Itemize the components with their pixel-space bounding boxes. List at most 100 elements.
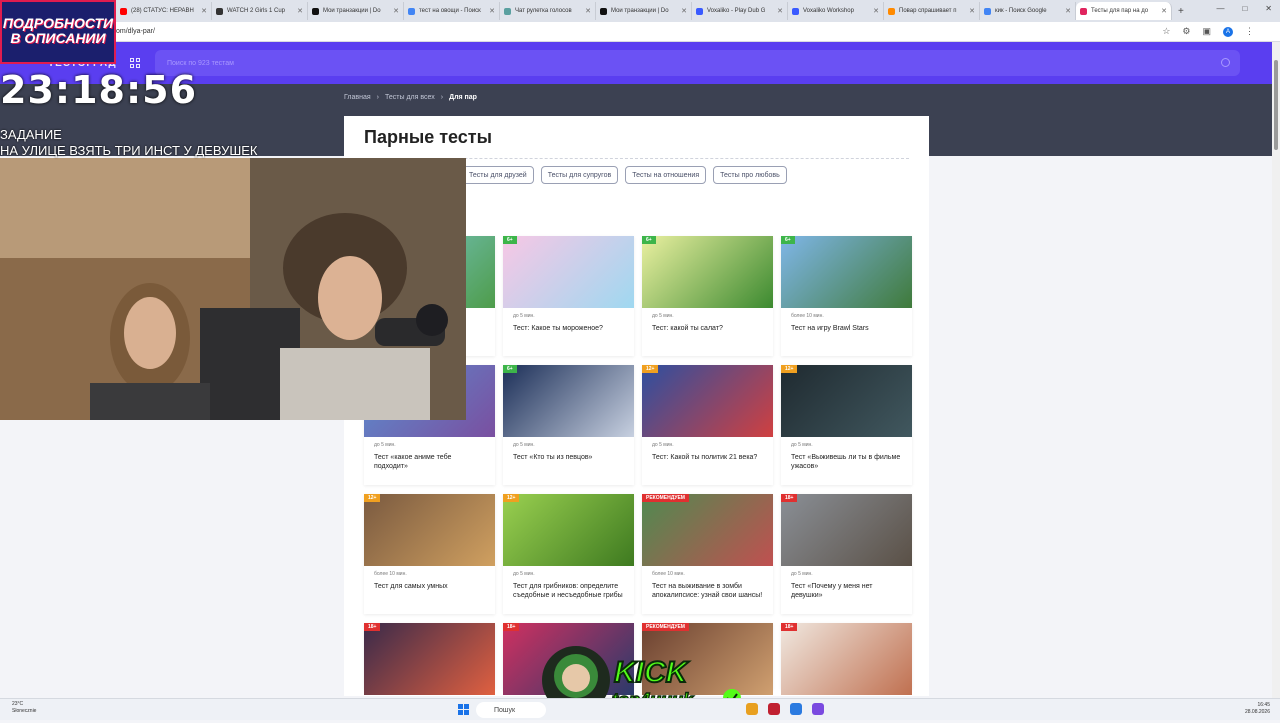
breadcrumb-home[interactable]: Главная — [344, 94, 371, 101]
telegram-icon[interactable] — [790, 703, 802, 715]
chip-relationships[interactable]: Тесты на отношения — [625, 166, 707, 184]
browser-tab[interactable]: Voxaliko - Play Dub G ✕ — [692, 2, 788, 20]
test-card[interactable]: 6+ до 5 мин. Тест «Кто ты из певцов» — [503, 365, 634, 485]
bookmark-star-icon[interactable]: ☆ — [1162, 26, 1170, 37]
chip-spouses[interactable]: Тесты для супругов — [540, 166, 619, 184]
menu-dots-icon[interactable]: ⋮ — [1245, 26, 1254, 37]
test-card-image[interactable]: 12+ — [364, 494, 495, 566]
browser-tab[interactable]: Чат рулетка голосов ✕ — [500, 2, 596, 20]
app-icon[interactable] — [768, 703, 780, 715]
test-card-image[interactable]: 6+ — [503, 236, 634, 308]
tab-close-icon[interactable]: ✕ — [585, 7, 591, 15]
browser-tab[interactable]: Voxaliko Workshop ✕ — [788, 2, 884, 20]
site-search[interactable] — [155, 50, 1240, 76]
test-title[interactable]: Тест «какое аниме тебе подходит» — [364, 448, 495, 471]
test-card[interactable]: 6+ более 10 мин. Тест на игру Brawl Stars — [781, 236, 912, 356]
test-card[interactable]: РЕКОМЕНДУЕМ более 10 мин. Тест на выживани… — [642, 494, 773, 614]
tab-close-icon[interactable]: ✕ — [873, 7, 879, 15]
test-title[interactable]: Тест «Почему у меня нет девушки» — [781, 577, 912, 600]
scrollbar-thumb[interactable] — [1274, 60, 1278, 150]
page-title: Парные тесты — [364, 127, 492, 147]
address-bar[interactable]: om/dlya-par/ ☆ ⚙ ▣ A ⋮ — [0, 22, 1280, 42]
stream-clock: 23:18:56 — [0, 68, 198, 112]
minimize-icon[interactable]: — — [1216, 4, 1224, 13]
browser-tab[interactable]: Повар спрашивает п ✕ — [884, 2, 980, 20]
tab-close-icon[interactable]: ✕ — [681, 7, 687, 15]
test-card[interactable]: 12+ более 10 мин. Тест для самых умных — [364, 494, 495, 614]
browser-tab[interactable]: WATCH 2 Girls 1 Cup ✕ — [212, 2, 308, 20]
tab-close-icon[interactable]: ✕ — [1161, 7, 1167, 15]
test-card[interactable]: 18+ — [364, 623, 495, 695]
test-title[interactable]: Тест на игру Brawl Stars — [781, 319, 912, 333]
test-title[interactable]: Тест для самых умных — [364, 577, 495, 591]
browser-tab[interactable]: тест на овощи - Поиск ✕ — [404, 2, 500, 20]
tab-close-icon[interactable]: ✕ — [201, 7, 207, 15]
test-card[interactable]: 18+ до 5 мин. Тест «Почему у меня нет деву… — [781, 494, 912, 614]
chip-friends[interactable]: Тесты для друзей — [462, 166, 534, 184]
age-badge: 18+ — [503, 623, 520, 631]
browser-tab[interactable]: (28) СТАТУС: НЕРАВН ✕ — [116, 2, 212, 20]
stream-task: ЗАДАНИЕ НА УЛИЦЕ ВЗЯТЬ ТРИ ИНСТ У ДЕВУШЕ… — [0, 127, 258, 160]
discord-icon[interactable] — [812, 703, 824, 715]
age-badge: 6+ — [503, 236, 517, 244]
test-card-image[interactable]: 18+ — [781, 494, 912, 566]
breadcrumb: Главная › Тесты для всех › Для пар — [344, 94, 477, 101]
age-badge: 18+ — [781, 494, 798, 502]
age-badge: 12+ — [642, 365, 659, 373]
test-title[interactable]: Тест на выживание в зомби апокалипсисе: … — [642, 577, 773, 600]
taskbar-search[interactable]: Пошук — [476, 702, 546, 718]
test-card[interactable]: 18+ — [781, 623, 912, 695]
tab-close-icon[interactable]: ✕ — [969, 7, 975, 15]
test-card-image[interactable]: 18+ — [781, 623, 912, 695]
test-title[interactable]: Тест для грибников: определите съедобные… — [503, 577, 634, 600]
tab-close-icon[interactable]: ✕ — [393, 7, 399, 15]
test-card-image[interactable]: 12+ — [503, 494, 634, 566]
extensions-icon[interactable]: ⚙ — [1182, 26, 1190, 37]
system-tray-clock[interactable]: 16:45 28.08.2026 — [1245, 702, 1270, 716]
tab-close-icon[interactable]: ✕ — [1065, 7, 1071, 15]
page-scrollbar[interactable] — [1272, 42, 1280, 698]
test-card[interactable]: 12+ до 5 мин. Тест: Какой ты политик 21 ве… — [642, 365, 773, 485]
breadcrumb-all-tests[interactable]: Тесты для всех — [385, 94, 435, 101]
test-card-image[interactable]: 6+ — [642, 236, 773, 308]
browser-tab[interactable]: кик - Поиск Google ✕ — [980, 2, 1076, 20]
close-window-icon[interactable]: ✕ — [1265, 4, 1272, 13]
test-title[interactable]: Тест «Кто ты из певцов» — [503, 448, 634, 462]
test-card-image[interactable]: 12+ — [781, 365, 912, 437]
url-text[interactable]: om/dlya-par/ — [116, 28, 155, 35]
profile-avatar[interactable]: A — [1223, 26, 1233, 37]
tab-close-icon[interactable]: ✕ — [777, 7, 783, 15]
browser-tab[interactable]: Мои транзакции | Do ✕ — [308, 2, 404, 20]
new-tab-icon[interactable]: + — [1178, 6, 1184, 17]
search-icon[interactable] — [1221, 58, 1230, 67]
test-card-image[interactable]: 6+ — [503, 365, 634, 437]
test-title[interactable]: Тест: Какое ты мороженое? — [503, 319, 634, 333]
test-duration: до 5 мин. — [513, 442, 535, 448]
test-card[interactable]: 6+ до 5 мин. Тест: какой ты салат? — [642, 236, 773, 356]
tab-favicon-icon — [120, 7, 127, 15]
test-title[interactable]: Тест: Какой ты политик 21 века? — [642, 448, 773, 462]
test-card-image[interactable]: 12+ — [642, 365, 773, 437]
test-title[interactable]: Тест: какой ты салат? — [642, 319, 773, 333]
sidepanel-icon[interactable]: ▣ — [1202, 26, 1211, 37]
test-card-image[interactable]: 18+ — [364, 623, 495, 695]
test-card[interactable]: 6+ до 5 мин. Тест: Какое ты мороженое? — [503, 236, 634, 356]
catalog-grid-icon[interactable] — [130, 58, 140, 68]
browser-tab[interactable]: Мои транзакции | Do ✕ — [596, 2, 692, 20]
test-card-image[interactable]: 6+ — [781, 236, 912, 308]
test-title[interactable]: Тест «Выживешь ли ты в фильме ужасов» — [781, 448, 912, 471]
chrome-icon[interactable] — [746, 703, 758, 715]
chip-love[interactable]: Тесты про любовь — [713, 166, 787, 184]
tab-favicon-icon — [888, 7, 895, 15]
test-card[interactable]: 12+ до 5 мин. Тест для грибников: определи… — [503, 494, 634, 614]
browser-tab[interactable]: Тесты для пар на до ✕ — [1076, 2, 1172, 20]
windows-start-icon[interactable] — [458, 704, 469, 715]
search-input[interactable] — [155, 50, 1155, 76]
test-card[interactable]: 12+ до 5 мин. Тест «Выживешь ли ты в фильм… — [781, 365, 912, 485]
maximize-icon[interactable]: □ — [1242, 4, 1247, 13]
test-card-image[interactable]: РЕКОМЕНДУЕМ — [642, 494, 773, 566]
weather-widget[interactable]: 23°C Słonecznie — [12, 701, 36, 714]
tab-close-icon[interactable]: ✕ — [489, 7, 495, 15]
tab-close-icon[interactable]: ✕ — [297, 7, 303, 15]
breadcrumb-current: Для пар — [449, 94, 477, 101]
